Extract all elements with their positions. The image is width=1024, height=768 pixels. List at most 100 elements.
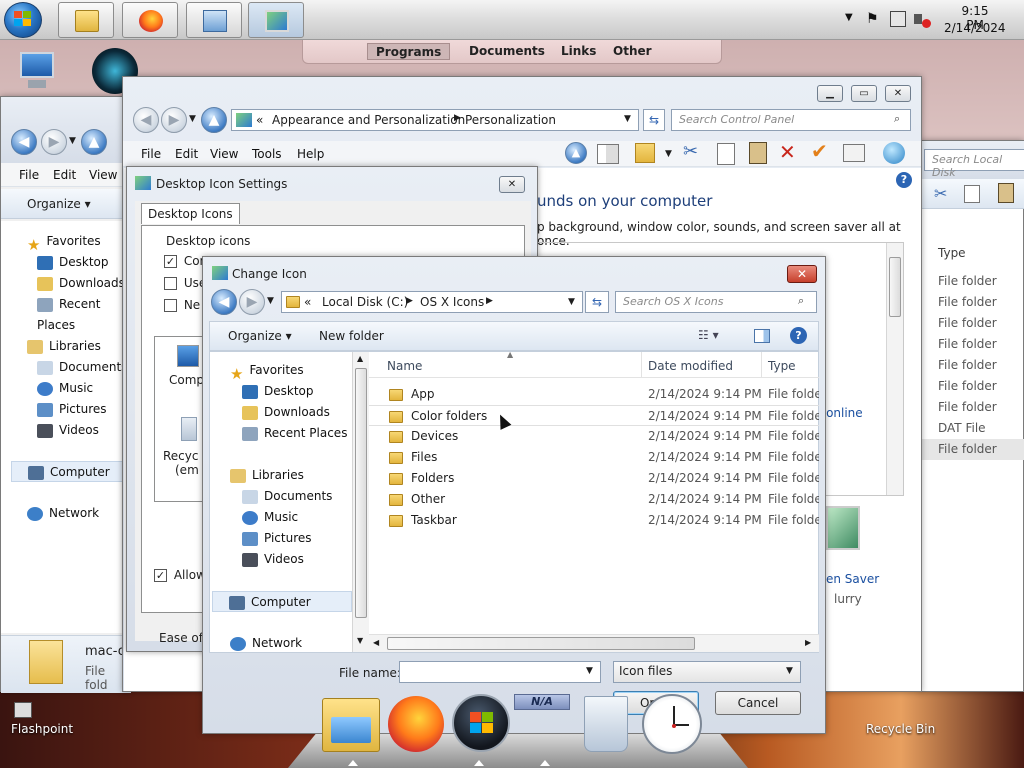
file-name-dropdown[interactable]: ▼	[586, 666, 593, 676]
nav-recent-places[interactable]: Recent Places	[242, 423, 347, 444]
computer-desktop-icon[interactable]	[14, 50, 62, 92]
cut-icon[interactable]: ✂	[934, 184, 947, 203]
menu-edit[interactable]: Edit	[53, 168, 76, 182]
help-icon[interactable]: ?	[790, 327, 807, 344]
back-button[interactable]: ◀	[211, 289, 237, 315]
menu-file[interactable]: File	[19, 168, 39, 182]
dock-recycle-bin-icon[interactable]	[584, 696, 628, 752]
table-row[interactable]: Taskbar 2/14/2024 9:14 PM File folder	[369, 510, 819, 531]
nav-network[interactable]: Network	[27, 503, 99, 524]
taskbar-firefox[interactable]	[122, 2, 178, 38]
help-icon[interactable]: ?	[896, 172, 912, 188]
quickbar-programs[interactable]: Programs	[367, 43, 451, 60]
organize-button[interactable]: Organize ▾	[228, 329, 292, 343]
checkbox-unchecked[interactable]	[164, 299, 177, 312]
scrollbar-thumb[interactable]	[387, 637, 695, 650]
dock-clock-icon[interactable]	[642, 694, 702, 754]
nav-pictures[interactable]: Pictures	[37, 399, 107, 420]
recent-pages-dropdown[interactable]: ▼	[267, 296, 274, 306]
dock-na-icon[interactable]: N/A	[514, 694, 570, 710]
action-center-flag-icon[interactable]: ⚑	[866, 11, 879, 27]
computer-preview-icon[interactable]	[177, 345, 199, 367]
nav-favorites[interactable]: ★ Favorites	[230, 360, 304, 383]
nav-favorites[interactable]: ★ Favorites	[27, 231, 101, 254]
horizontal-scrollbar[interactable]: ◀ ▶	[369, 634, 819, 652]
views-dropdown[interactable]: ▼	[665, 149, 672, 159]
globe-icon[interactable]	[883, 142, 905, 164]
folder-options-icon[interactable]	[635, 143, 655, 163]
breadcrumb-os-x-icons[interactable]: OS X Icons	[420, 295, 484, 309]
scrollbar-thumb[interactable]	[889, 257, 901, 317]
themes-scrollbar[interactable]	[886, 243, 903, 495]
scroll-right-arrow[interactable]: ▶	[805, 638, 811, 647]
menu-view[interactable]: View	[89, 168, 117, 182]
table-row[interactable]: App 2/14/2024 9:14 PM File folder	[369, 384, 819, 405]
scrollbar-thumb[interactable]	[355, 368, 367, 618]
nav-network[interactable]: Network	[230, 633, 302, 654]
address-dropdown[interactable]: ▼	[568, 297, 575, 307]
cancel-button[interactable]: Cancel	[715, 691, 801, 715]
paste-icon[interactable]	[998, 183, 1014, 203]
breadcrumb-separator[interactable]: ▶	[454, 113, 461, 123]
up-folder-icon[interactable]: ▲	[565, 142, 587, 164]
allow-themes-check[interactable]: ✓ Allow	[154, 568, 206, 582]
panes-icon[interactable]	[597, 144, 619, 164]
breadcrumb-overflow[interactable]: «	[304, 295, 311, 309]
check-network[interactable]: Ne	[164, 298, 200, 312]
maximize-button[interactable]: ▭	[851, 85, 877, 102]
nav-computer[interactable]: Computer	[11, 461, 129, 482]
flashpoint-shortcut-icon[interactable]	[14, 702, 32, 718]
nav-videos[interactable]: Videos	[37, 420, 99, 441]
properties-icon[interactable]	[843, 144, 865, 162]
copy-icon[interactable]	[717, 143, 735, 165]
menu-edit[interactable]: Edit	[175, 147, 198, 161]
address-bar[interactable]: « Appearance and Personalization ▶ Perso…	[231, 109, 639, 131]
checkbox-checked[interactable]: ✓	[154, 569, 167, 582]
quickbar-documents[interactable]: Documents	[461, 43, 553, 60]
back-button[interactable]: ◀	[11, 129, 37, 155]
breadcrumb-personalization[interactable]: Personalization	[465, 113, 556, 127]
menu-view[interactable]: View	[210, 147, 238, 161]
nav-documents[interactable]: Documents	[242, 486, 332, 507]
copy-icon[interactable]	[964, 185, 980, 203]
column-name[interactable]: Name	[387, 359, 422, 373]
column-type[interactable]: Type	[768, 359, 796, 373]
nav-desktop[interactable]: Desktop	[242, 381, 314, 402]
search-control-panel-input[interactable]: Search Control Panel ⌕	[671, 109, 911, 131]
table-row-hover[interactable]: Color folders 2/14/2024 9:14 PM File fol…	[369, 405, 819, 426]
refresh-button[interactable]: ⇆	[643, 109, 665, 131]
nav-desktop[interactable]: Desktop	[37, 252, 109, 273]
address-bar[interactable]: « Local Disk (C:) ▶ OS X Icons ▶ ▼	[281, 291, 583, 313]
views-icon[interactable]: ☷ ▾	[698, 328, 719, 342]
close-button[interactable]: ✕	[787, 265, 817, 283]
nav-computer[interactable]: Computer	[212, 591, 352, 612]
nav-downloads[interactable]: Downloads	[37, 273, 125, 294]
breadcrumb-separator[interactable]: ▶	[486, 296, 493, 306]
nav-pictures[interactable]: Pictures	[242, 528, 312, 549]
screen-saver-label[interactable]: en Saver	[826, 572, 879, 586]
file-name-input[interactable]: ▼	[399, 661, 601, 683]
navpane-scrollbar[interactable]: ▲ ▼	[352, 352, 369, 652]
tab-desktop-icons[interactable]: Desktop Icons	[141, 203, 240, 224]
back-button[interactable]: ◀	[133, 107, 159, 133]
close-button[interactable]: ✕	[885, 85, 911, 102]
menu-help[interactable]: Help	[297, 147, 324, 161]
flashpoint-shortcut-label[interactable]: Flashpoint	[11, 722, 73, 736]
breadcrumb-overflow[interactable]: «	[256, 113, 263, 127]
menu-tools[interactable]: Tools	[252, 147, 282, 161]
refresh-button[interactable]: ⇆	[585, 291, 609, 313]
network-icon[interactable]	[890, 11, 906, 27]
preview-pane-icon[interactable]	[754, 329, 770, 343]
dock-file-explorer-icon[interactable]	[322, 698, 380, 752]
table-row[interactable]: Other 2/14/2024 9:14 PM File folder	[369, 489, 819, 510]
taskbar-control-panel[interactable]	[186, 2, 242, 38]
up-button[interactable]: ▲	[201, 107, 227, 133]
address-dropdown[interactable]: ▼	[624, 114, 631, 124]
forward-button[interactable]: ▶	[41, 129, 67, 155]
checkbox-unchecked[interactable]	[164, 277, 177, 290]
show-hidden-icons-button[interactable]: ▼	[845, 12, 853, 23]
nav-libraries[interactable]: Libraries	[230, 465, 304, 486]
clock-date[interactable]: 2/14/2024	[944, 21, 1006, 35]
recycle-bin-desktop-label[interactable]: Recycle Bin	[866, 722, 935, 736]
nav-downloads[interactable]: Downloads	[242, 402, 330, 423]
